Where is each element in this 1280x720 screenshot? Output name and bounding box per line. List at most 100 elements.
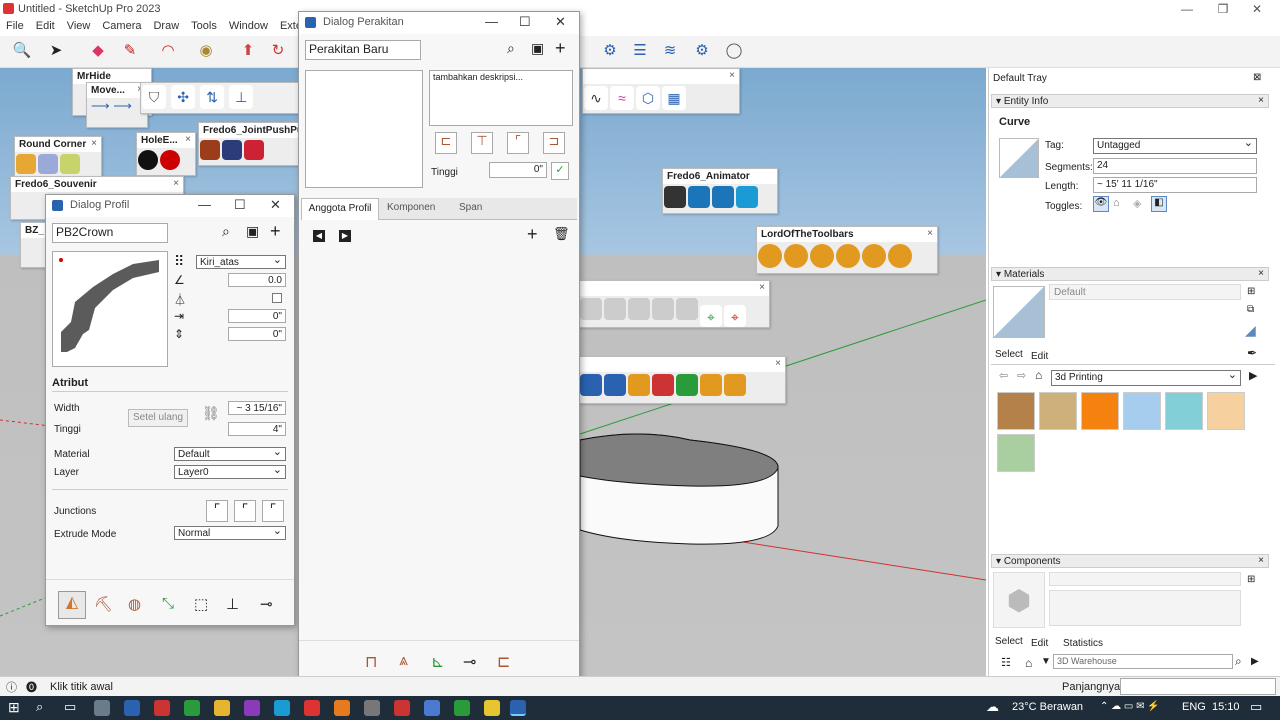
- receive-shadow-icon[interactable]: ◧: [1151, 196, 1167, 212]
- profile-tool-icon[interactable]: ◭: [58, 591, 86, 619]
- tray-close-icon[interactable]: ⊠: [1253, 72, 1261, 83]
- search-icon[interactable]: ⌕: [222, 223, 230, 240]
- profile-name-input[interactable]: PB2Crown: [52, 223, 168, 243]
- visible-toggle-icon[interactable]: 👁: [1093, 196, 1109, 212]
- warehouse-search-input[interactable]: 3D Warehouse: [1053, 654, 1233, 669]
- material-swatch[interactable]: [1207, 392, 1245, 430]
- arc-icon[interactable]: ◠: [156, 39, 180, 63]
- tab-edit[interactable]: Edit: [1031, 638, 1048, 649]
- material-select[interactable]: Default: [174, 445, 286, 461]
- search-icon[interactable]: ⌕: [507, 40, 515, 57]
- vector-pushpull-icon[interactable]: [222, 140, 242, 160]
- new-material-icon[interactable]: ⊞: [1247, 286, 1255, 297]
- align-center-icon[interactable]: ⊤: [471, 132, 493, 154]
- task-view-icon[interactable]: ▭: [64, 699, 76, 715]
- start-icon[interactable]: ⊞: [8, 699, 20, 716]
- menu-tools[interactable]: Tools: [185, 18, 223, 32]
- material-swatch[interactable]: [997, 392, 1035, 430]
- alignment-select[interactable]: Kiri_atas: [196, 253, 286, 269]
- align-icon[interactable]: ⊥: [229, 85, 254, 109]
- normal-pushpull-icon[interactable]: [244, 140, 264, 160]
- align-right-icon[interactable]: ⊐: [543, 132, 565, 154]
- align-left-icon[interactable]: ⊏: [435, 132, 457, 154]
- tab-edit[interactable]: Edit: [1031, 351, 1048, 362]
- shield-icon[interactable]: ⛉: [142, 85, 166, 109]
- angle-input[interactable]: 0.0: [228, 273, 286, 287]
- close-icon[interactable]: ×: [729, 70, 735, 81]
- lott-refresh-icon[interactable]: [810, 244, 834, 268]
- app-icon[interactable]: [94, 700, 110, 716]
- eraser-icon[interactable]: ◆: [86, 39, 110, 63]
- search-icon[interactable]: ⌕: [1235, 654, 1242, 669]
- trash-icon[interactable]: [676, 298, 698, 320]
- tool-c-icon[interactable]: [628, 298, 650, 320]
- close-icon[interactable]: ×: [1258, 555, 1264, 566]
- rotate-tool-icon[interactable]: [580, 374, 602, 396]
- tab-select[interactable]: Select: [995, 636, 1023, 647]
- menu-window[interactable]: Window: [223, 18, 274, 32]
- prev-icon[interactable]: ◀: [313, 230, 325, 242]
- menu-draw[interactable]: Draw: [147, 18, 185, 32]
- lathe-tool-icon[interactable]: ◍: [128, 595, 141, 613]
- lott-settings-icon[interactable]: [758, 244, 782, 268]
- app-icon[interactable]: [304, 700, 320, 716]
- forward-icon[interactable]: ⇨: [1017, 369, 1026, 382]
- save-icon[interactable]: ▣: [246, 223, 259, 240]
- lott-swap-icon[interactable]: [836, 244, 860, 268]
- material-name[interactable]: Default: [1049, 284, 1241, 300]
- credits-icon[interactable]: ⓿: [26, 679, 37, 695]
- lott-search-icon[interactable]: [888, 244, 912, 268]
- bevel-icon[interactable]: [60, 154, 80, 174]
- tool-a-icon[interactable]: [580, 298, 602, 320]
- materials-header[interactable]: ▾ Materials ×: [991, 267, 1269, 281]
- reset-button[interactable]: Setel ulang: [128, 409, 188, 427]
- fog-icon[interactable]: ⚙: [690, 39, 714, 63]
- account-icon[interactable]: ◯: [722, 39, 746, 63]
- link-icon[interactable]: ⛓: [202, 405, 220, 422]
- width-input[interactable]: ~ 3 15/16": [228, 401, 286, 415]
- arrows-icon[interactable]: ⇅: [200, 85, 225, 109]
- assembly-name-input[interactable]: Perakitan Baru: [305, 40, 421, 60]
- height-input[interactable]: 4": [228, 422, 286, 436]
- default-material-icon[interactable]: ◢: [1245, 322, 1256, 339]
- save-icon[interactable]: ▣: [531, 40, 544, 57]
- app-icon[interactable]: [454, 700, 470, 716]
- menu-file[interactable]: File: [0, 18, 30, 32]
- junction-miter-icon[interactable]: ⌜: [206, 500, 228, 522]
- add-icon[interactable]: +: [270, 221, 281, 242]
- app-icon[interactable]: [394, 700, 410, 716]
- home-icon[interactable]: ⌂: [1025, 656, 1032, 670]
- tab-statistics[interactable]: Statistics: [1063, 638, 1103, 649]
- tab-select[interactable]: Select: [995, 349, 1023, 360]
- app-icon[interactable]: [364, 700, 380, 716]
- tray-icons[interactable]: ⌃ ☁ ▭ ✉ ⚡: [1100, 701, 1160, 712]
- delete-member-icon[interactable]: 🗑: [553, 226, 570, 242]
- joint-pushpull-icon[interactable]: [200, 140, 220, 160]
- pin-red-icon[interactable]: ⌖: [724, 305, 746, 327]
- eyedropper-icon[interactable]: ⊸: [260, 595, 273, 613]
- offset-y-input[interactable]: 0": [228, 327, 286, 341]
- follow-tool-icon[interactable]: ⤡: [162, 595, 174, 612]
- round-corner-icon[interactable]: [16, 154, 36, 174]
- sharp-corner-icon[interactable]: [38, 154, 58, 174]
- app-icon[interactable]: [244, 700, 260, 716]
- component-description[interactable]: [1049, 590, 1241, 626]
- curve-icon[interactable]: ∿: [584, 86, 608, 110]
- material-swatch[interactable]: [997, 434, 1035, 472]
- cross-icon[interactable]: [652, 374, 674, 396]
- tab-komponen[interactable]: Komponen: [387, 202, 435, 213]
- tag-icon[interactable]: [628, 374, 650, 396]
- lock-toggle-icon[interactable]: ⌂: [1113, 197, 1120, 209]
- frame-tool-icon[interactable]: ⊓: [365, 652, 377, 672]
- close-button[interactable]: ✕: [555, 14, 566, 30]
- close-icon[interactable]: ×: [185, 134, 191, 145]
- offset-x-input[interactable]: 0": [228, 309, 286, 323]
- maximize-button[interactable]: ☐: [234, 197, 246, 213]
- height-input[interactable]: 0": [489, 162, 547, 178]
- lott-redo-icon[interactable]: [862, 244, 886, 268]
- zoom-extents-icon[interactable]: 🔍: [10, 39, 34, 63]
- bend-icon[interactable]: [676, 374, 698, 396]
- app-icon[interactable]: [484, 700, 500, 716]
- path-tool-icon[interactable]: ⊾: [431, 652, 444, 672]
- entity-swatch[interactable]: [999, 138, 1039, 178]
